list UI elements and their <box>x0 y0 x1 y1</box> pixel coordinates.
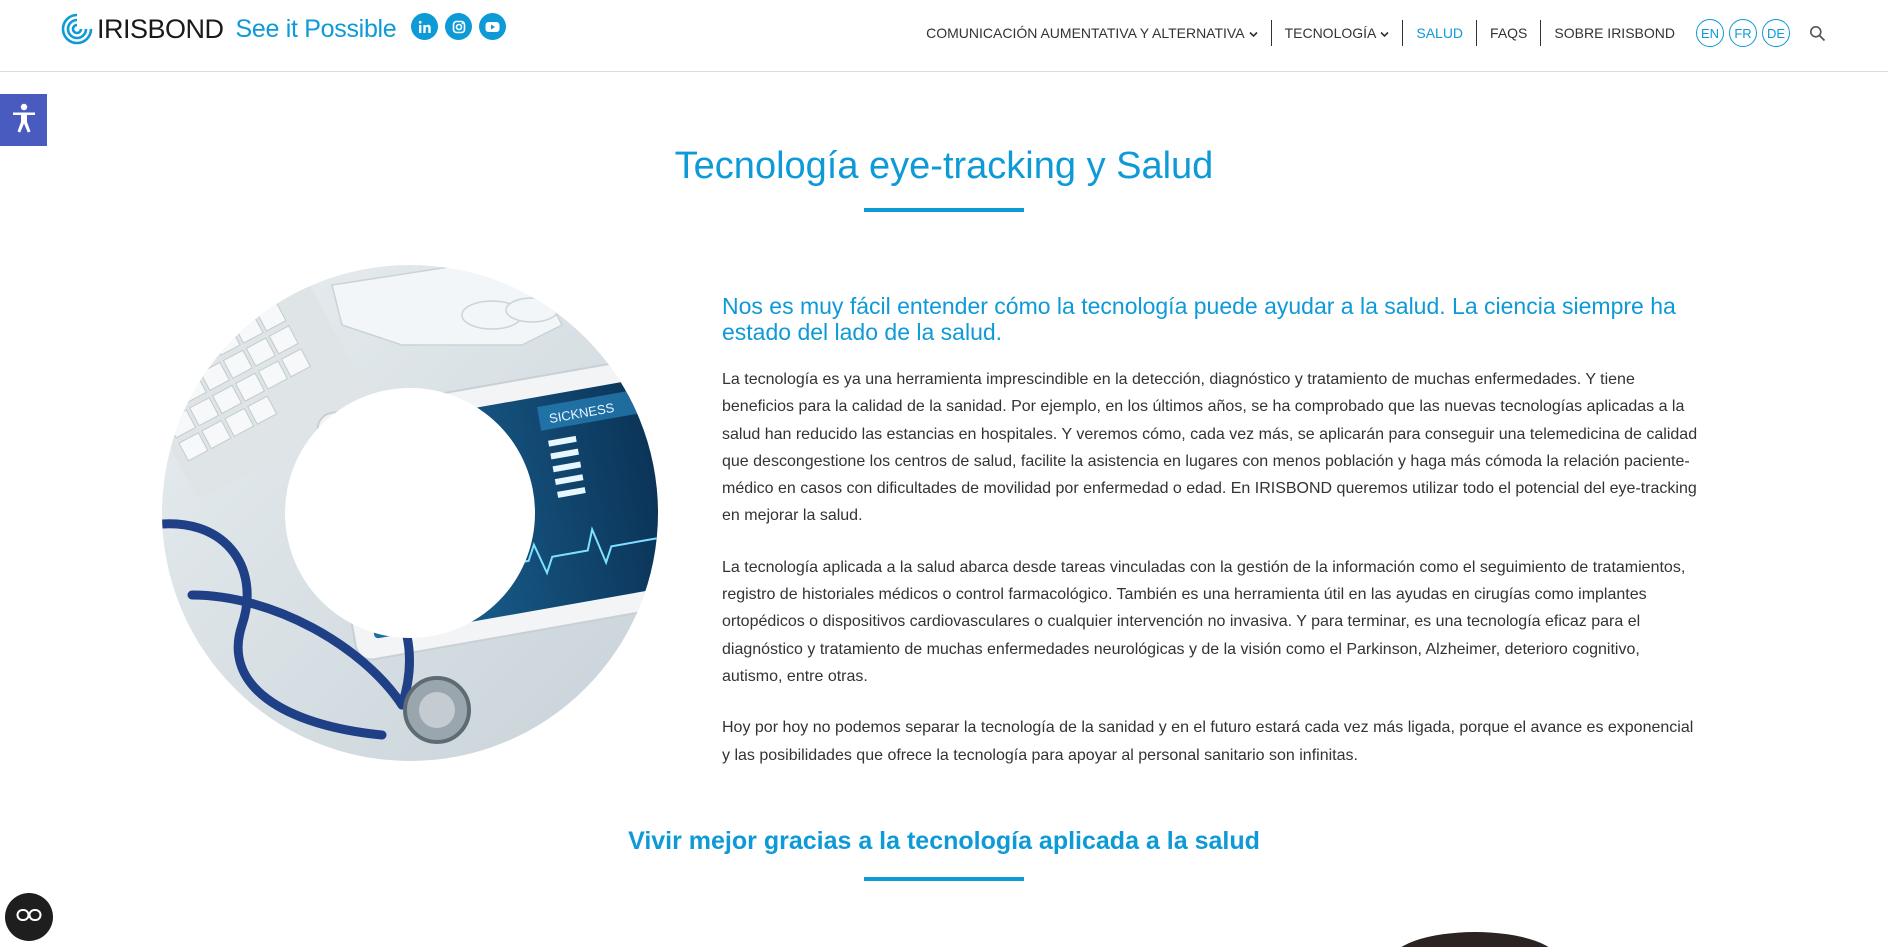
cookie-settings-icon <box>16 907 42 928</box>
youtube-icon[interactable] <box>479 13 506 40</box>
health-technology-image: SICKNESS <box>162 265 658 761</box>
lang-de-button[interactable]: DE <box>1762 19 1790 47</box>
cookie-settings-button[interactable] <box>5 893 53 941</box>
nav-item-label: COMUNICACIÓN AUMENTATIVA Y ALTERNATIVA <box>926 25 1245 41</box>
nav-item-salud[interactable]: SALUD <box>1403 20 1478 46</box>
lang-fr-button[interactable]: FR <box>1729 19 1757 47</box>
section-subtitle: Vivir mejor gracias a la tecnología apli… <box>628 827 1260 855</box>
brand-name: IRISBOND <box>97 13 224 44</box>
linkedin-icon[interactable] <box>411 13 438 40</box>
accessibility-button[interactable] <box>0 94 47 146</box>
nav-item-label: SOBRE IRISBOND <box>1554 25 1675 41</box>
paragraph: Hoy por hoy no podemos separar la tecnol… <box>722 719 1694 764</box>
lead-heading: Nos es muy fácil entender cómo la tecnol… <box>722 293 1676 345</box>
nav-item-label: FAQS <box>1490 25 1528 41</box>
search-icon[interactable] <box>1802 18 1832 48</box>
brand-tagline: See it Possible <box>235 14 397 43</box>
nav-item-label: SALUD <box>1416 25 1464 41</box>
nav-item-tecnologia[interactable]: TECNOLOGÍA <box>1272 20 1404 46</box>
logo[interactable]: IRISBOND See it Possible <box>60 9 397 49</box>
paragraph: La tecnología es ya una herramienta impr… <box>722 371 1698 525</box>
title-underline <box>864 208 1024 212</box>
language-switcher: EN FR DE <box>1696 19 1790 47</box>
instagram-icon[interactable] <box>445 13 472 40</box>
content-column: Nos es muy fácil entender cómo la tecnol… <box>722 293 1702 793</box>
nav-item-faqs[interactable]: FAQS <box>1477 20 1542 46</box>
nav-item-comunicacion[interactable]: COMUNICACIÓN AUMENTATIVA Y ALTERNATIVA <box>913 20 1272 46</box>
social-links <box>411 13 506 40</box>
chevron-down-icon <box>1248 25 1258 41</box>
nav-item-label: TECNOLOGÍA <box>1284 25 1377 41</box>
next-section-image <box>1390 932 1560 947</box>
paragraph: La tecnología aplicada a la salud abarca… <box>722 558 1686 685</box>
logo-mark-icon <box>60 12 94 46</box>
page-title: Tecnología eye-tracking y Salud <box>674 145 1214 187</box>
lang-en-button[interactable]: EN <box>1696 19 1724 47</box>
main-nav: COMUNICACIÓN AUMENTATIVA Y ALTERNATIVA T… <box>913 18 1888 48</box>
accessibility-icon <box>11 103 37 138</box>
site-header: IRISBOND See it Possible COMUNICACIÓN AU… <box>0 0 1888 72</box>
subtitle-underline <box>864 877 1024 881</box>
chevron-down-icon <box>1380 25 1389 41</box>
nav-item-sobre-irisbond[interactable]: SOBRE IRISBOND <box>1541 20 1688 46</box>
